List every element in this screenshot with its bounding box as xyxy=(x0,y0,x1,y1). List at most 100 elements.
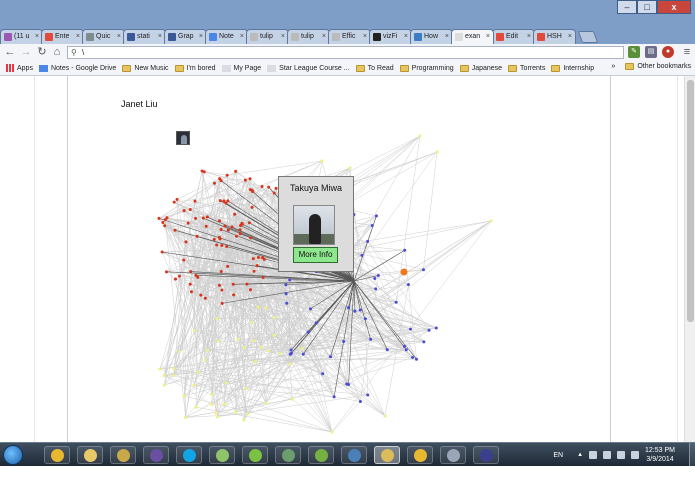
graph-node-blue[interactable] xyxy=(285,301,289,305)
graph-node-yellow[interactable] xyxy=(383,414,387,418)
browser-tab[interactable]: Note × xyxy=(205,29,248,44)
browser-tab[interactable]: stati × xyxy=(123,29,166,44)
graph-node-blue[interactable] xyxy=(366,393,370,397)
graph-node-red[interactable] xyxy=(234,234,238,238)
bookmark-item[interactable]: New Music xyxy=(122,64,169,72)
graph-node-red[interactable] xyxy=(164,270,168,274)
graph-node-blue[interactable] xyxy=(342,340,346,344)
file-explorer-icon[interactable] xyxy=(77,446,103,464)
graph-node-yellow[interactable] xyxy=(194,405,198,409)
graph-node-yellow[interactable] xyxy=(210,392,214,396)
home-icon[interactable]: ⌂ xyxy=(51,46,63,58)
show-desktop-button[interactable] xyxy=(689,443,695,467)
utorrent-icon[interactable] xyxy=(308,446,334,464)
graph-node-red[interactable] xyxy=(217,283,221,287)
graph-node-red[interactable] xyxy=(160,250,164,254)
graph-node-yellow[interactable] xyxy=(272,333,276,337)
graph-node-red[interactable] xyxy=(249,236,253,240)
eclipse-icon-2[interactable] xyxy=(473,446,499,464)
terminal-icon[interactable] xyxy=(275,446,301,464)
graph-node-yellow[interactable] xyxy=(215,415,220,419)
graph-node-red[interactable] xyxy=(188,207,192,211)
graph-node-red[interactable] xyxy=(230,225,234,229)
tab-close-icon[interactable]: × xyxy=(117,30,121,44)
graph-node-yellow[interactable] xyxy=(183,415,188,420)
browser-tab[interactable]: Quic × xyxy=(82,29,125,44)
bookmarks-overflow-button[interactable]: » xyxy=(611,63,615,70)
graph-node-yellow[interactable] xyxy=(234,410,238,414)
back-arrow-icon[interactable]: ← xyxy=(4,46,16,58)
graph-node-blue[interactable] xyxy=(385,348,389,352)
skype-icon[interactable] xyxy=(176,446,202,464)
graph-node-blue[interactable] xyxy=(358,308,362,312)
tray-expand-icon[interactable]: ▲ xyxy=(577,452,583,458)
graph-node-red[interactable] xyxy=(212,237,216,241)
graph-node-blue[interactable] xyxy=(321,372,325,376)
graph-node-yellow[interactable] xyxy=(267,349,271,353)
graph-node-red[interactable] xyxy=(175,197,179,201)
graph-node-yellow[interactable] xyxy=(203,358,207,362)
graph-node-red[interactable] xyxy=(232,293,236,297)
graph-node-red[interactable] xyxy=(202,170,206,174)
tab-close-icon[interactable]: × xyxy=(76,30,80,44)
graph-node-blue[interactable] xyxy=(347,382,351,386)
graph-node-red[interactable] xyxy=(240,221,244,225)
graph-node-yellow[interactable] xyxy=(290,397,295,401)
graph-node-blue[interactable] xyxy=(403,248,407,252)
graph-node-red[interactable] xyxy=(233,212,237,216)
forward-arrow-icon[interactable]: → xyxy=(20,46,32,58)
graph-node-blue[interactable] xyxy=(306,330,310,334)
minimize-button[interactable]: – xyxy=(617,0,637,14)
graph-node-blue[interactable] xyxy=(411,355,415,359)
browser-tab[interactable]: Edit × xyxy=(492,29,535,44)
graph-node-blue[interactable] xyxy=(332,395,336,399)
bookmark-item[interactable]: Notes - Google Drive xyxy=(38,64,116,72)
graph-node-blue[interactable] xyxy=(434,326,438,330)
bookmark-item[interactable]: Star League Course ... xyxy=(267,64,350,72)
tab-close-icon[interactable]: × xyxy=(322,30,326,44)
graph-node-red[interactable] xyxy=(231,282,235,286)
graph-node-blue[interactable] xyxy=(409,327,413,331)
graph-node-red[interactable] xyxy=(223,224,227,228)
graph-node-yellow[interactable] xyxy=(172,367,176,371)
graph-node-blue[interactable] xyxy=(406,283,410,287)
graph-node-yellow[interactable] xyxy=(244,387,248,391)
graph-node-yellow[interactable] xyxy=(320,159,324,163)
graph-node-red[interactable] xyxy=(267,185,271,189)
graph-node-red[interactable] xyxy=(248,288,252,292)
tab-close-icon[interactable]: × xyxy=(158,30,162,44)
browser-tab[interactable]: Ente × xyxy=(41,29,84,44)
graph-node-yellow[interactable] xyxy=(418,134,422,138)
bookmark-item[interactable]: Internship xyxy=(551,64,594,72)
extension-calendar-icon[interactable]: ▤ xyxy=(645,46,657,58)
more-info-button[interactable]: More Info xyxy=(293,247,338,263)
graph-node-yellow[interactable] xyxy=(242,418,246,422)
graph-node-red[interactable] xyxy=(215,243,219,247)
graph-node-red[interactable] xyxy=(218,177,222,181)
extension-pen-icon[interactable]: ✎ xyxy=(628,46,640,58)
graph-node-blue[interactable] xyxy=(314,321,318,325)
graph-node-red[interactable] xyxy=(182,258,186,262)
bookmark-item[interactable]: Torrents xyxy=(508,64,545,72)
graph-node-blue[interactable] xyxy=(288,278,292,282)
tab-close-icon[interactable]: × xyxy=(363,30,367,44)
system-clock[interactable]: 12:53 PM 3/9/2014 xyxy=(645,446,675,464)
graph-node-yellow[interactable] xyxy=(210,402,214,407)
graph-node-blue[interactable] xyxy=(363,317,367,321)
bookmark-item[interactable]: I'm bored xyxy=(174,64,216,72)
graph-node-yellow[interactable] xyxy=(236,337,240,342)
graph-node-yellow[interactable] xyxy=(214,411,218,415)
graph-node-yellow[interactable] xyxy=(245,412,250,416)
browser-tab[interactable]: Grap × xyxy=(164,29,207,44)
graph-node-yellow[interactable] xyxy=(196,370,200,374)
bookmark-item[interactable]: Japanese xyxy=(459,64,502,72)
flag-icon[interactable] xyxy=(589,451,598,459)
graph-node-blue[interactable] xyxy=(284,283,288,287)
user-avatar[interactable] xyxy=(176,131,190,145)
graph-node-red[interactable] xyxy=(226,228,230,232)
graph-node-yellow[interactable] xyxy=(162,373,166,378)
bookmark-item[interactable]: Programming xyxy=(399,64,454,72)
graph-node-blue[interactable] xyxy=(374,287,378,291)
graph-node-red[interactable] xyxy=(172,200,176,204)
browser-tab[interactable]: Effic × xyxy=(328,29,371,44)
